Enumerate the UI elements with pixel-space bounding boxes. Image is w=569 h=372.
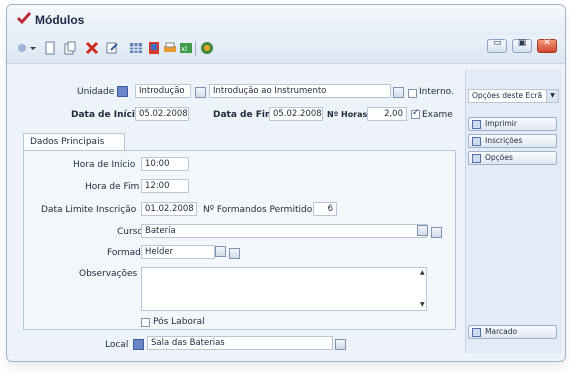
modulos-window: Módulos xl ▭ ▣ ✕ Unidade Introdução Intr… — [6, 4, 566, 362]
horas-label: Nº Horas — [327, 110, 368, 119]
svg-text:xl: xl — [181, 45, 187, 53]
data-fim-label: Data de Fim — [213, 110, 275, 120]
formador-browse-button[interactable] — [229, 248, 240, 259]
users-icon — [472, 137, 481, 146]
edit-icon[interactable] — [105, 41, 119, 55]
local-field[interactable]: Sala das Baterias — [147, 336, 333, 350]
opcoes-button[interactable]: Opções — [468, 151, 557, 165]
data-fim-field[interactable]: 05.02.2008 — [269, 107, 323, 121]
curso-label: Curso — [117, 227, 143, 237]
pos-laboral-checkbox[interactable] — [141, 318, 150, 327]
options-sidebar — [465, 69, 562, 353]
unidade-label: Unidade — [77, 87, 115, 97]
maximize-button[interactable]: ▣ — [512, 38, 533, 53]
formador-dropdown-arrow[interactable] — [215, 246, 226, 257]
opcoes-label: Opções — [485, 153, 513, 162]
report-icon[interactable] — [147, 41, 161, 55]
horas-field[interactable]: 2,00 — [367, 107, 407, 121]
hora-fim-field[interactable]: 12:00 — [141, 179, 189, 193]
unidade-description-field[interactable]: Introdução ao Instrumento — [209, 84, 391, 98]
curso-field[interactable]: Bateria — [141, 224, 427, 238]
imprimir-label: Imprimir — [485, 119, 517, 128]
formandos-field[interactable]: 6 — [313, 202, 337, 216]
scroll-down-icon[interactable]: ▼ — [420, 301, 425, 308]
data-inicio-label: Data de Início — [71, 110, 142, 120]
unidade-desc-browse-button[interactable] — [393, 87, 404, 98]
unidade-browse-button[interactable] — [195, 87, 206, 98]
observacoes-textarea[interactable] — [141, 267, 427, 311]
window-controls: ▭ ▣ ✕ — [485, 38, 557, 55]
chevron-down-icon[interactable]: ▼ — [546, 90, 558, 102]
pos-laboral-label: Pós Laboral — [153, 317, 205, 327]
copy-icon[interactable] — [63, 41, 77, 55]
data-inicio-field[interactable]: 05.02.2008 — [135, 107, 189, 121]
export-icon[interactable]: xl — [179, 41, 193, 55]
exame-label: Exame — [422, 110, 453, 120]
hora-inicio-field[interactable]: 10:00 — [141, 157, 189, 171]
marcado-label: Marcado — [485, 327, 518, 336]
dropdown-icon[interactable] — [29, 41, 37, 55]
print-icon — [472, 120, 481, 129]
title-bar: Módulos — [7, 5, 565, 35]
curso-browse-button[interactable] — [431, 227, 442, 238]
close-button[interactable]: ✕ — [537, 38, 557, 53]
imprimir-button[interactable]: Imprimir — [468, 117, 557, 131]
marcado-button[interactable]: Marcado — [468, 325, 557, 339]
local-label: Local — [105, 340, 129, 350]
window-title: Módulos — [35, 13, 85, 27]
help-icon[interactable] — [200, 41, 214, 55]
new-icon[interactable] — [43, 41, 57, 55]
scroll-up-icon[interactable]: ▲ — [420, 269, 425, 276]
grid-icon[interactable] — [129, 41, 143, 55]
hora-fim-label: Hora de Fim — [85, 182, 140, 192]
hora-inicio-label: Hora de Início — [73, 160, 136, 170]
options-icon — [472, 154, 481, 163]
options-combo-label: Opções deste Ecrã — [472, 91, 543, 100]
exame-checkbox[interactable] — [411, 108, 420, 119]
interno-checkbox[interactable] — [408, 89, 417, 98]
unidade-code-field[interactable]: Introdução — [135, 84, 191, 98]
formador-field[interactable]: Helder — [141, 245, 215, 259]
minimize-button[interactable]: ▭ — [487, 38, 508, 53]
local-lookup-button[interactable] — [133, 339, 144, 350]
inscricoes-label: Inscrições — [485, 136, 523, 145]
checkmark-icon — [17, 12, 31, 25]
data-limite-field[interactable]: 01.02.2008 — [141, 202, 197, 216]
curso-dropdown-arrow[interactable] — [417, 225, 428, 236]
data-limite-label: Data Limite Inscrição — [41, 205, 137, 215]
marker-icon — [472, 328, 481, 337]
delete-icon[interactable] — [85, 41, 99, 55]
formandos-label: Nº Formandos Permitido — [203, 205, 313, 215]
toolbar: xl — [7, 35, 565, 64]
observacoes-label: Observações — [79, 269, 138, 279]
local-browse-button[interactable] — [335, 339, 346, 350]
tab-dados-principais[interactable]: Dados Principais — [23, 133, 125, 151]
unidade-lookup-button[interactable] — [117, 86, 128, 97]
options-combo[interactable]: Opções deste Ecrã ▼ — [468, 89, 559, 103]
inscricoes-button[interactable]: Inscrições — [468, 134, 557, 148]
refresh-icon[interactable] — [15, 41, 29, 55]
interno-label: Interno. — [419, 87, 454, 97]
print-icon[interactable] — [163, 41, 177, 55]
